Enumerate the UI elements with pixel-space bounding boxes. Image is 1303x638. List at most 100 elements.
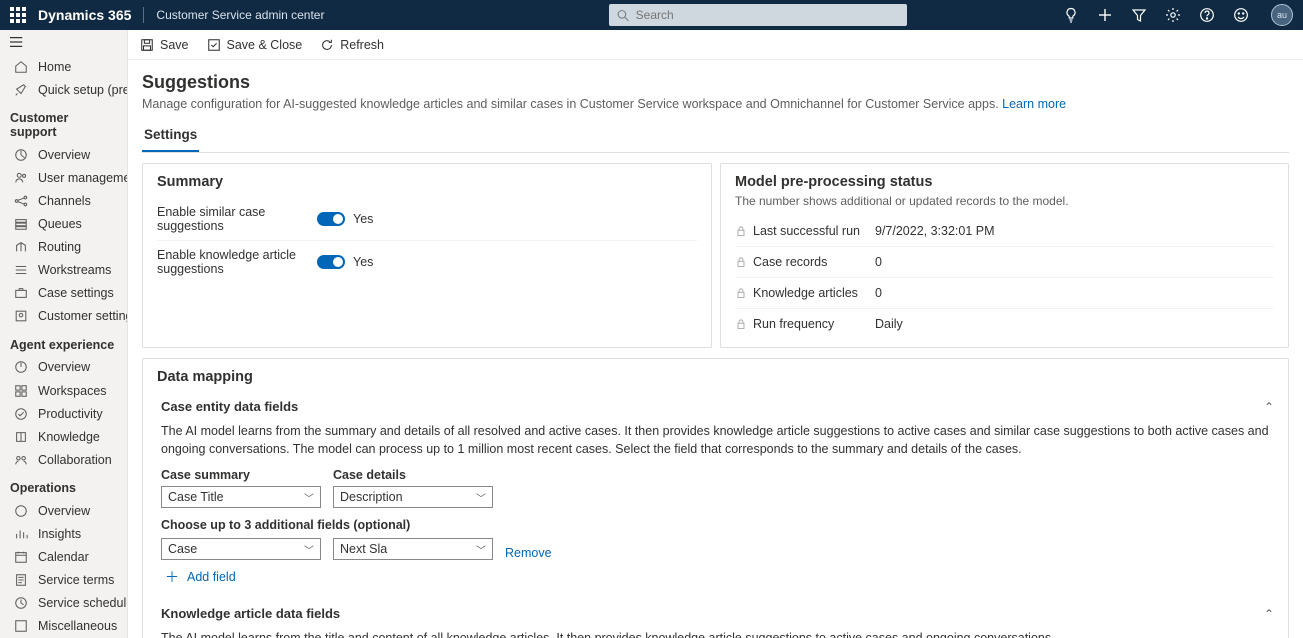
nav-quick-setup[interactable]: Quick setup (previ… — [0, 78, 127, 101]
overview-icon — [14, 148, 28, 162]
overview-icon — [14, 504, 28, 518]
avatar[interactable]: au — [1271, 4, 1293, 26]
emoji-icon[interactable] — [1233, 7, 1249, 23]
lightbulb-icon[interactable] — [1063, 7, 1079, 23]
header-actions: au — [1063, 4, 1293, 26]
toggle-knowledge-articles[interactable] — [317, 255, 345, 269]
subtitle-text: Manage configuration for AI-suggested kn… — [142, 97, 1002, 111]
toggle-state: Yes — [353, 255, 373, 269]
left-nav: Home Quick setup (previ… Customer suppor… — [0, 30, 128, 638]
nav-service-terms[interactable]: Service terms — [0, 569, 127, 592]
nav-routing[interactable]: Routing — [0, 236, 127, 259]
accordion-body-knowledge: The AI model learns from the title and c… — [157, 625, 1274, 638]
nav-overview-3[interactable]: Overview — [0, 499, 127, 522]
nav-label: Miscellaneous — [38, 619, 117, 633]
nav-collapse-button[interactable] — [0, 30, 127, 55]
search-input[interactable] — [636, 8, 900, 22]
status-card: Model pre-processing status The number s… — [720, 163, 1289, 348]
nav-miscellaneous[interactable]: Miscellaneous — [0, 615, 127, 638]
nav-workstreams[interactable]: Workstreams — [0, 259, 127, 282]
case-icon — [14, 286, 28, 300]
status-label: Case records — [753, 255, 827, 269]
select-additional-2[interactable]: Next Sla﹀ — [333, 538, 493, 560]
select-additional-1[interactable]: Case﹀ — [161, 538, 321, 560]
nav-label: Overview — [38, 148, 90, 162]
gear-icon[interactable] — [1165, 7, 1181, 23]
accordion-case-entity[interactable]: Case entity data fields ⌃ — [157, 391, 1274, 418]
nav-productivity[interactable]: Productivity — [0, 402, 127, 425]
nav-workspaces[interactable]: Workspaces — [0, 379, 127, 402]
plus-icon[interactable] — [1097, 7, 1113, 23]
nav-channels[interactable]: Channels — [0, 189, 127, 212]
accordion-title: Knowledge article data fields — [161, 606, 340, 621]
nav-home[interactable]: Home — [0, 55, 127, 78]
save-button[interactable]: Save — [140, 38, 189, 52]
add-field-label: Add field — [187, 570, 236, 584]
nav-user-management[interactable]: User management — [0, 166, 127, 189]
search-icon — [617, 9, 629, 22]
home-icon — [14, 60, 28, 74]
nav-collaboration[interactable]: Collaboration — [0, 448, 127, 471]
status-label: Last successful run — [753, 224, 860, 238]
nav-service-scheduling[interactable]: Service scheduling — [0, 592, 127, 615]
nav-overview-1[interactable]: Overview — [0, 143, 127, 166]
chevron-down-icon: ﹀ — [476, 490, 486, 505]
nav-label: Service terms — [38, 573, 114, 587]
lock-icon — [735, 225, 747, 237]
accordion-body-case: The AI model learns from the summary and… — [157, 418, 1274, 590]
global-search[interactable] — [609, 4, 907, 26]
cmd-label: Save — [160, 38, 189, 52]
header-divider — [143, 7, 144, 23]
select-case-details[interactable]: Description﹀ — [333, 486, 493, 508]
brand-label[interactable]: Dynamics 365 — [38, 7, 131, 23]
global-header: Dynamics 365 Customer Service admin cent… — [0, 0, 1303, 30]
data-mapping-section: Data mapping Case entity data fields ⌃ T… — [142, 358, 1289, 638]
refresh-button[interactable]: Refresh — [320, 38, 384, 52]
status-value: 0 — [875, 286, 882, 300]
customer-icon — [14, 309, 28, 323]
learn-more-link[interactable]: Learn more — [1002, 97, 1066, 111]
page-title: Suggestions — [142, 72, 1289, 93]
nav-insights[interactable]: Insights — [0, 523, 127, 546]
help-icon[interactable] — [1199, 7, 1215, 23]
nav-label: Calendar — [38, 550, 89, 564]
insights-icon — [14, 527, 28, 541]
nav-label: Overview — [38, 504, 90, 518]
nav-group-operations: Operations — [0, 471, 127, 499]
toggle-label: Enable knowledge article suggestions — [157, 248, 317, 276]
chevron-up-icon: ⌃ — [1264, 607, 1274, 621]
nav-overview-2[interactable]: Overview — [0, 356, 127, 379]
status-label: Run frequency — [753, 317, 834, 331]
filter-icon[interactable] — [1131, 7, 1147, 23]
nav-case-settings[interactable]: Case settings — [0, 282, 127, 305]
select-value: Next Sla — [340, 542, 387, 556]
app-launcher-icon[interactable] — [10, 7, 26, 23]
command-bar: Save Save & Close Refresh — [128, 30, 1303, 60]
add-field-button[interactable]: ＋Add field — [165, 570, 1270, 584]
nav-label: Routing — [38, 240, 81, 254]
toggle-row-similar-cases: Enable similar case suggestions Yes — [157, 198, 697, 241]
select-case-summary[interactable]: Case Title ﹀ — [161, 486, 321, 508]
workspaces-icon — [14, 384, 28, 398]
nav-customer-settings[interactable]: Customer settings — [0, 305, 127, 328]
chevron-down-icon: ﹀ — [304, 490, 314, 505]
chevron-up-icon: ⌃ — [1264, 400, 1274, 414]
tab-settings[interactable]: Settings — [142, 121, 199, 152]
routing-icon — [14, 240, 28, 254]
toggle-label: Enable similar case suggestions — [157, 205, 317, 233]
nav-calendar[interactable]: Calendar — [0, 546, 127, 569]
save-close-button[interactable]: Save & Close — [207, 38, 303, 52]
content-scroll[interactable]: Suggestions Manage configuration for AI-… — [128, 60, 1303, 638]
remove-link[interactable]: Remove — [505, 546, 552, 560]
select-value: Case Title — [168, 490, 224, 504]
mapping-title: Data mapping — [157, 369, 1274, 385]
accordion-knowledge-article[interactable]: Knowledge article data fields ⌃ — [157, 598, 1274, 625]
page-subtitle: Manage configuration for AI-suggested kn… — [142, 97, 1289, 111]
nav-label: Productivity — [38, 407, 103, 421]
nav-label: Collaboration — [38, 453, 112, 467]
nav-queues[interactable]: Queues — [0, 212, 127, 235]
nav-knowledge[interactable]: Knowledge — [0, 425, 127, 448]
status-label: Knowledge articles — [753, 286, 858, 300]
status-value: 9/7/2022, 3:32:01 PM — [875, 224, 995, 238]
toggle-similar-cases[interactable] — [317, 212, 345, 226]
